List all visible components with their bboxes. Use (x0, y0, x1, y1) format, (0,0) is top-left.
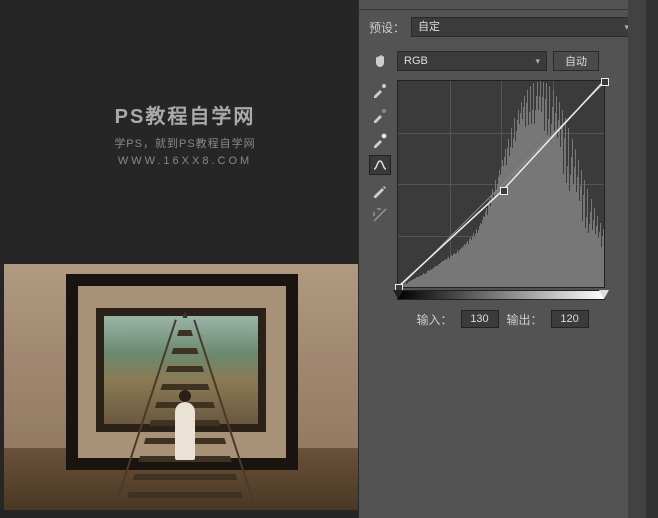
black-point-handle[interactable] (393, 290, 403, 299)
output-field[interactable]: 120 (551, 310, 589, 328)
channel-select[interactable]: RGB ▾ (397, 51, 547, 71)
chevron-down-icon: ▾ (535, 52, 540, 70)
watermark-url: WWW.16XX8.COM (0, 155, 370, 167)
channel-value: RGB (404, 52, 428, 70)
watermark-sub: 学PS，就到PS教程自学网 (0, 135, 370, 151)
preset-value: 自定 (418, 18, 440, 36)
watermark: PS教程自学网 学PS，就到PS教程自学网 WWW.16XX8.COM (0, 100, 370, 167)
person-figure (175, 402, 195, 460)
curve-point[interactable] (500, 187, 508, 195)
eyedropper-black-icon[interactable] (369, 80, 391, 100)
panel-header-strip (359, 0, 646, 10)
eyedropper-white-icon[interactable] (369, 130, 391, 150)
output-label: 输出： (507, 311, 543, 328)
panel-gutter (628, 0, 646, 518)
preset-select[interactable]: 自定 ▾ (411, 17, 636, 37)
eyedropper-gray-icon[interactable] (369, 105, 391, 125)
composite-image (4, 264, 366, 510)
watermark-title: PS教程自学网 (0, 100, 370, 129)
auto-button[interactable]: 自动 (553, 51, 599, 71)
eyedropper-tool-column (369, 78, 391, 300)
gradient-slider[interactable] (397, 290, 605, 300)
curves-panel: 预设： 自定 ▾ RGB ▾ 自动 (358, 0, 646, 518)
input-field[interactable]: 130 (461, 310, 499, 328)
white-point-handle[interactable] (599, 290, 609, 299)
clip-icon[interactable] (369, 205, 391, 225)
curves-graph[interactable] (397, 80, 605, 288)
pencil-icon[interactable] (369, 180, 391, 200)
curve-point[interactable] (601, 78, 609, 86)
curve-smooth-icon[interactable] (369, 155, 391, 175)
hand-icon[interactable] (369, 51, 391, 71)
curve-line (398, 81, 604, 287)
input-label: 输入： (416, 311, 452, 328)
preset-label: 预设： (369, 19, 405, 36)
canvas-area: PS教程自学网 学PS，就到PS教程自学网 WWW.16XX8.COM (0, 0, 370, 518)
